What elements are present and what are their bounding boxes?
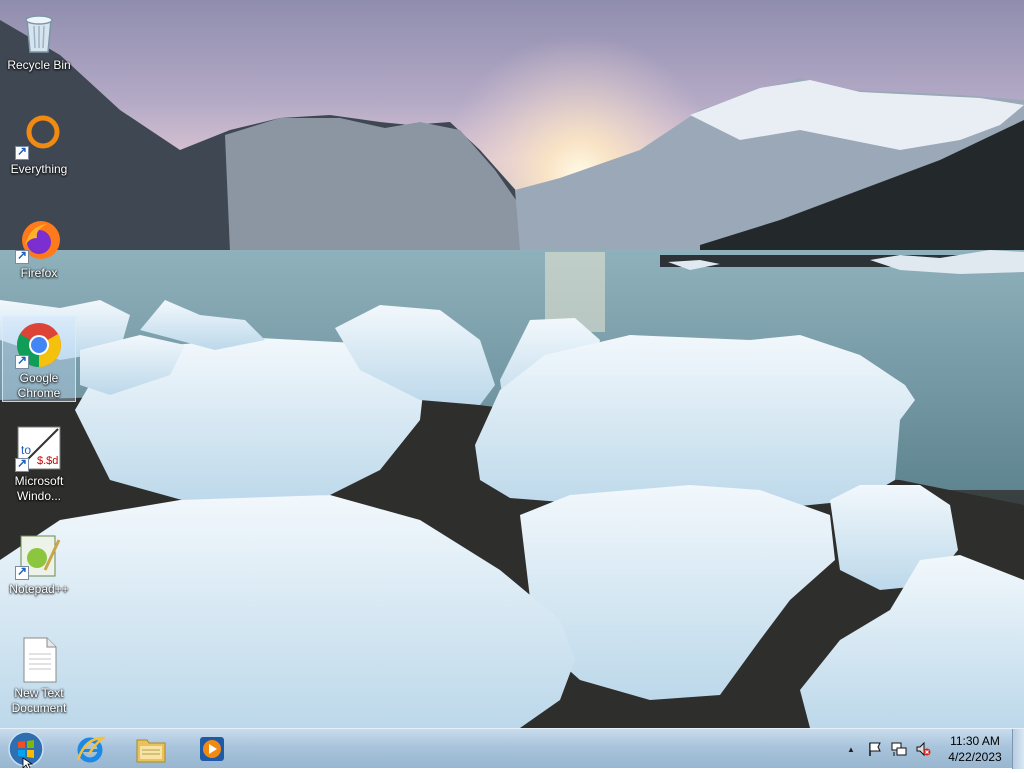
volume-muted-icon bbox=[916, 741, 931, 757]
volume-button[interactable] bbox=[914, 740, 932, 758]
svg-text:to: to bbox=[21, 443, 31, 457]
desktop-icon-recycle-bin[interactable]: Recycle Bin bbox=[2, 4, 76, 86]
desktop-icon-new-text-document[interactable]: New Text Document bbox=[2, 632, 76, 718]
clock-date: 4/22/2023 bbox=[948, 750, 1002, 764]
shortcut-arrow-icon bbox=[15, 144, 29, 160]
start-button[interactable] bbox=[6, 730, 46, 770]
flag-icon bbox=[869, 742, 881, 756]
notification-area: ▲ 11:30 AM 4/22/2023 bbox=[836, 729, 1010, 769]
media-player-icon bbox=[200, 737, 224, 761]
desktop-icon-label: Notepad++ bbox=[9, 582, 69, 596]
firefox-icon bbox=[15, 216, 63, 264]
desktop-icon-firefox[interactable]: Firefox bbox=[2, 212, 76, 294]
desktop-icon-label: Recycle Bin bbox=[7, 58, 71, 72]
notepad-plus-plus-icon bbox=[15, 532, 63, 580]
shortcut-arrow-icon bbox=[15, 248, 29, 264]
network-icon bbox=[891, 742, 907, 756]
desktop-icon-google-chrome[interactable]: Google Chrome bbox=[2, 316, 76, 402]
clock-time: 11:30 AM bbox=[950, 734, 1000, 748]
shortcut-arrow-icon bbox=[15, 456, 29, 472]
taskbar-internet-explorer-button[interactable] bbox=[66, 731, 114, 767]
show-desktop-button[interactable] bbox=[1012, 729, 1024, 769]
desktop-icon-notepad-plus-plus[interactable]: Notepad++ bbox=[2, 528, 76, 610]
text-document-icon bbox=[15, 636, 63, 684]
desktop-icon-label: New Text Document bbox=[11, 686, 67, 715]
svg-text:$.$d: $.$d bbox=[37, 455, 58, 467]
taskbar-clock[interactable]: 11:30 AM 4/22/2023 bbox=[940, 733, 1010, 765]
chrome-icon bbox=[15, 321, 63, 369]
shortcut-arrow-icon bbox=[15, 564, 29, 580]
internet-explorer-icon bbox=[76, 736, 105, 763]
shortcut-arrow-icon bbox=[15, 353, 29, 369]
taskbar: ▲ 11:30 AM 4/22/2023 bbox=[0, 728, 1024, 770]
desktop-icon-label: Firefox bbox=[20, 266, 58, 280]
taskbar-file-explorer-button[interactable] bbox=[127, 731, 175, 767]
desktop-icon-everything[interactable]: Everything bbox=[2, 108, 76, 190]
show-hidden-icons-button[interactable]: ▲ bbox=[842, 740, 860, 758]
recycle-bin-icon bbox=[15, 8, 63, 56]
file-explorer-icon bbox=[136, 739, 166, 763]
action-center-button[interactable] bbox=[866, 740, 884, 758]
wallpaper bbox=[0, 0, 1024, 728]
desktop-icon-label: Microsoft Windo... bbox=[14, 474, 64, 503]
desktop-icon-microsoft-windows[interactable]: to $.$d Microsoft Windo... bbox=[2, 420, 76, 506]
desktop[interactable]: Recycle Bin Everything Firefox bbox=[0, 0, 1024, 728]
windows-start-orb-icon bbox=[8, 731, 44, 770]
desktop-icon-label: Google Chrome bbox=[17, 371, 61, 400]
taskbar-media-player-button[interactable] bbox=[188, 731, 236, 767]
desktop-icon-label: Everything bbox=[10, 162, 68, 176]
chevron-up-icon: ▲ bbox=[847, 744, 855, 754]
network-button[interactable] bbox=[890, 740, 908, 758]
everything-search-icon bbox=[15, 112, 63, 160]
document-converter-icon: to $.$d bbox=[15, 424, 63, 472]
